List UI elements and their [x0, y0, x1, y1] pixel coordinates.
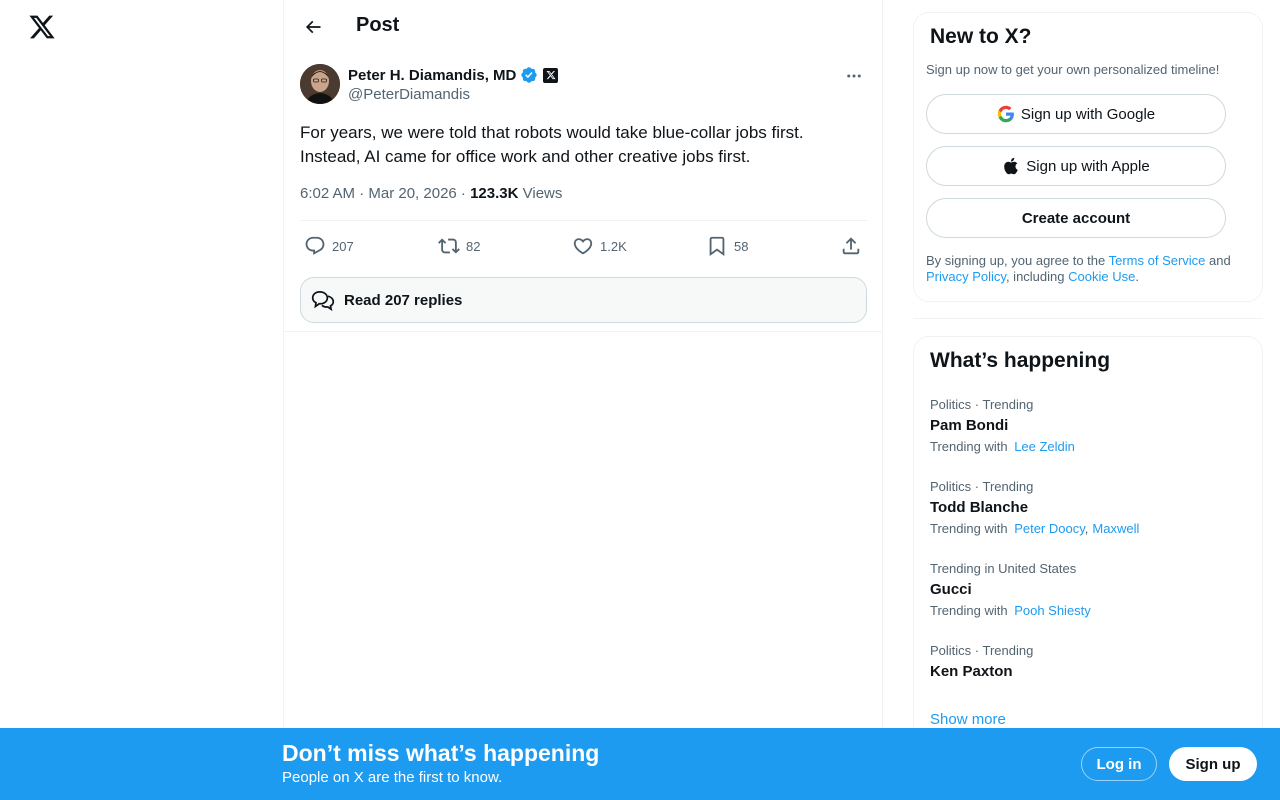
trend-with-link[interactable]: Lee Zeldin	[1014, 439, 1075, 454]
post-text: For years, we were told that robots woul…	[300, 123, 804, 166]
read-replies-button[interactable]: Read 207 replies	[300, 277, 867, 323]
more-options-button[interactable]	[841, 63, 867, 89]
bottom-signup-banner: Don’t miss what’s happening People on X …	[0, 728, 1280, 800]
trend-with: Trending with Pooh Shiesty	[930, 603, 1250, 621]
trend-with-link[interactable]: Pooh Shiesty	[1014, 603, 1091, 618]
trend-category: Politics · Trending	[930, 643, 1034, 658]
author-handle[interactable]: @PeterDiamandis	[348, 86, 558, 103]
trend-name: Ken Paxton	[930, 663, 1013, 680]
cookie-use-link[interactable]: Cookie Use	[1068, 269, 1135, 284]
show-more-link[interactable]: Show more	[930, 711, 1006, 728]
terms-and: and	[1205, 253, 1231, 268]
terms-text: By signing up, you agree to the Terms of…	[926, 253, 1246, 285]
trending-card: What’s happening Politics · Trending Pam…	[913, 336, 1263, 756]
page-title: Post	[356, 14, 400, 36]
x-logo-icon[interactable]	[28, 13, 56, 41]
share-button[interactable]	[840, 230, 862, 262]
trend-with: Trending with Peter Doocy, Maxwell	[930, 521, 1140, 536]
trend-with-label: Trending with	[930, 439, 1008, 454]
main-column: Post Peter H. Diamandis, MD @PeterDiaman…	[283, 0, 883, 800]
trend-category: Trending in United States	[930, 561, 1077, 576]
trend-with: Trending with Lee Zeldin	[930, 439, 1250, 457]
bookmark-count: 58	[734, 238, 749, 254]
trend-name: Pam Bondi	[930, 417, 1009, 434]
terms-including: , including	[1005, 269, 1069, 284]
read-replies-label: Read 207 replies	[344, 291, 463, 309]
heart-icon	[573, 238, 593, 255]
signup-apple-button[interactable]: Sign up with Apple	[926, 146, 1226, 186]
signup-title: New to X?	[930, 25, 1032, 48]
trend-with-link[interactable]: Peter Doocy	[1014, 521, 1085, 536]
post-meta: 6:02 AM · Mar 20, 2026 · 123.3K Views	[300, 185, 562, 202]
signup-card: New to X? Sign up now to get your own pe…	[913, 12, 1263, 302]
affiliate-x-badge-icon[interactable]	[543, 67, 559, 83]
more-dots-icon	[847, 74, 861, 78]
reply-count: 207	[332, 238, 354, 254]
banner-title: Don’t miss what’s happening	[282, 740, 600, 766]
repost-count: 82	[466, 238, 481, 254]
author-block: Peter H. Diamandis, MD @PeterDiamandis	[348, 65, 559, 103]
trend-category: Politics · Trending	[930, 479, 1034, 494]
trend-item[interactable]: Trending in United States Gucci Trending…	[930, 561, 1250, 621]
terms-prefix: By signing up, you agree to the	[926, 253, 1109, 268]
repost-button[interactable]: 82	[438, 230, 480, 262]
post-time[interactable]: 6:02 AM · Mar 20, 2026 ·	[300, 185, 470, 202]
trending-title: What’s happening	[930, 349, 1111, 372]
arrow-left-icon	[305, 20, 321, 34]
trend-with-label: Trending with	[930, 521, 1008, 536]
divider	[913, 318, 1263, 319]
trend-with-link[interactable]: Maxwell	[1092, 521, 1139, 536]
trend-name: Gucci	[930, 581, 972, 598]
terms-end: .	[1135, 269, 1139, 284]
like-button[interactable]: 1.2K	[572, 230, 627, 262]
views-count: 123.3K	[470, 185, 519, 202]
verified-badge-icon[interactable]	[520, 66, 538, 84]
trend-category: Politics · Trending	[930, 397, 1034, 412]
post-header: Post	[284, 0, 884, 53]
signup-subtitle: Sign up now to get your own personalized…	[926, 62, 1220, 77]
views-label: Views	[518, 185, 563, 202]
trend-with-label: Trending with	[930, 603, 1008, 618]
terms-of-service-link[interactable]: Terms of Service	[1109, 253, 1206, 268]
repost-icon	[438, 238, 460, 254]
bookmark-button[interactable]: 58	[706, 230, 748, 262]
google-icon	[997, 105, 1014, 123]
post-actions: 207 82 1.2K 58	[300, 230, 867, 262]
signup-apple-label: Sign up with Apple	[1026, 157, 1150, 175]
bookmark-icon	[709, 236, 725, 257]
trend-item[interactable]: Politics · Trending Pam Bondi Trending w…	[930, 397, 1250, 457]
trend-item[interactable]: Politics · Trending Ken Paxton	[930, 643, 1250, 683]
back-button[interactable]	[296, 10, 330, 44]
trend-item[interactable]: Politics · Trending Todd Blanche Trendin…	[930, 479, 1250, 539]
signup-google-label: Sign up with Google	[1020, 105, 1156, 123]
avatar[interactable]	[300, 64, 340, 104]
privacy-policy-link[interactable]: Privacy Policy	[926, 269, 1006, 284]
signup-button[interactable]: Sign up	[1169, 747, 1257, 781]
trend-name: Todd Blanche	[930, 499, 1029, 516]
reply-button[interactable]: 207	[304, 230, 354, 262]
share-icon	[842, 237, 860, 255]
divider	[300, 220, 867, 221]
like-count: 1.2K	[600, 238, 627, 254]
signup-google-button[interactable]: Sign up with Google	[926, 94, 1226, 134]
reply-icon	[305, 236, 325, 255]
banner-subtitle: People on X are the first to know.	[282, 769, 503, 786]
author-name[interactable]: Peter H. Diamandis, MD	[348, 67, 516, 84]
conversation-icon	[311, 291, 335, 312]
create-account-label: Create account	[1021, 209, 1131, 227]
create-account-button[interactable]: Create account	[926, 198, 1226, 238]
divider	[284, 331, 882, 332]
login-button[interactable]: Log in	[1081, 747, 1157, 781]
apple-icon	[1004, 157, 1018, 175]
